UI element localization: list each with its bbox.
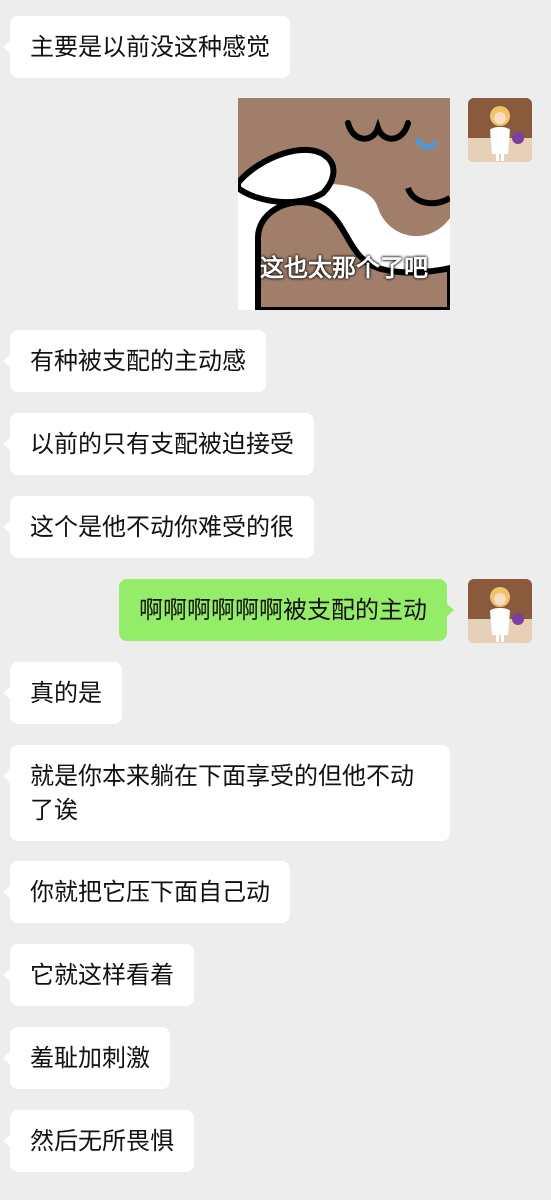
message-bubble-incoming[interactable]: 你就把它压下面自己动 xyxy=(3,861,290,923)
message-bubble-incoming[interactable]: 以前的只有支配被迫接受 xyxy=(3,413,314,475)
message-text: 就是你本来躺在下面享受的但他不动了诶 xyxy=(30,762,414,824)
message-text: 啊啊啊啊啊啊被支配的主动 xyxy=(139,596,427,624)
message-text: 以前的只有支配被迫接受 xyxy=(30,430,294,458)
message-bubble-incoming[interactable]: 然后无所畏惧 xyxy=(3,1110,194,1172)
message-text: 然后无所畏惧 xyxy=(30,1127,174,1155)
message-text: 这个是他不动你难受的很 xyxy=(30,513,294,541)
self-avatar[interactable] xyxy=(468,579,532,643)
message-text: 主要是以前没这种感觉 xyxy=(30,33,270,61)
message-bubble-incoming[interactable]: 它就这样看着 xyxy=(3,944,194,1006)
message-text: 真的是 xyxy=(30,679,102,707)
sticker-message[interactable]: 这也太那个了吧 xyxy=(238,98,450,310)
message-bubble-incoming[interactable]: 有种被支配的主动感 xyxy=(3,330,266,392)
self-avatar[interactable] xyxy=(468,98,532,162)
message-bubble-incoming[interactable]: 真的是 xyxy=(3,662,122,724)
message-bubble-incoming[interactable]: 这个是他不动你难受的很 xyxy=(3,496,314,558)
avatar-image xyxy=(468,579,532,643)
sticker-caption: 这也太那个了吧 xyxy=(260,254,428,282)
message-bubble-incoming[interactable]: 羞耻加刺激 xyxy=(3,1027,170,1089)
message-text: 它就这样看着 xyxy=(30,961,174,989)
message-bubble-incoming[interactable]: 主要是以前没这种感觉 xyxy=(3,16,290,78)
message-text: 你就把它压下面自己动 xyxy=(30,878,270,906)
message-text: 羞耻加刺激 xyxy=(30,1044,150,1072)
message-text: 有种被支配的主动感 xyxy=(30,347,246,375)
message-bubble-incoming[interactable]: 就是你本来躺在下面享受的但他不动了诶 xyxy=(3,745,450,841)
avatar-image xyxy=(468,98,532,162)
message-bubble-outgoing[interactable]: 啊啊啊啊啊啊被支配的主动 xyxy=(119,579,454,641)
